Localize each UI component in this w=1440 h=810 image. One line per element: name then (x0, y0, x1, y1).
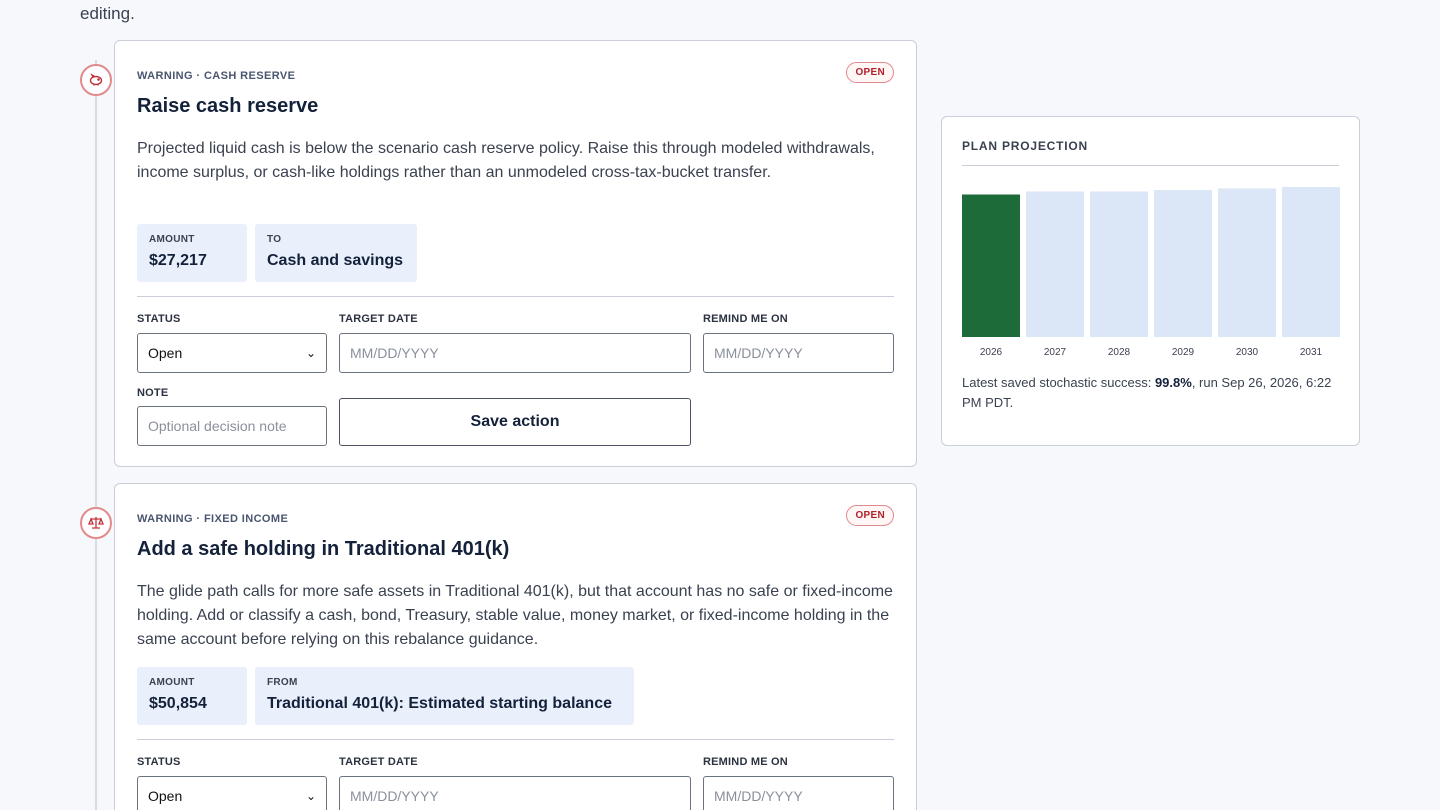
tick-label-2027: 2027 (1044, 347, 1067, 358)
divider (137, 739, 894, 740)
status-label: STATUS (137, 313, 181, 325)
status-select-value: Open (148, 345, 183, 361)
status-select-value: Open (148, 788, 183, 804)
source-chip: FROM Traditional 401(k): Estimated start… (255, 667, 634, 725)
tick-label-2031: 2031 (1300, 347, 1323, 358)
amount-chip: AMOUNT $50,854 (137, 667, 247, 725)
status-select[interactable]: Open ⌄ (137, 776, 327, 810)
intro-text: editing. (80, 4, 135, 23)
scale-icon (80, 507, 112, 539)
target-date-label: TARGET DATE (339, 756, 418, 768)
amount-value: $27,217 (149, 252, 207, 269)
remind-date-input[interactable]: MM/DD/YYYY (703, 333, 894, 373)
target-date-placeholder: MM/DD/YYYY (350, 345, 439, 361)
card-kicker: WARNING · FIXED INCOME (137, 513, 289, 525)
bar-2026 (962, 194, 1020, 337)
card-title: Add a safe holding in Traditional 401(k) (137, 538, 510, 560)
chevron-down-icon: ⌄ (305, 789, 316, 803)
status-select[interactable]: Open ⌄ (137, 333, 327, 373)
action-card-cash-reserve: WARNING · CASH RESERVE OPEN Raise cash r… (114, 40, 917, 467)
card-description: Projected liquid cash is below the scena… (137, 140, 875, 181)
target-date-input[interactable]: MM/DD/YYYY (339, 776, 691, 810)
status-badge: OPEN (846, 62, 894, 83)
divider (137, 296, 894, 297)
status-label: STATUS (137, 756, 181, 768)
remind-label: REMIND ME ON (703, 756, 788, 768)
timeline-line (95, 60, 97, 810)
card-description: The glide path calls for more safe asset… (137, 583, 893, 648)
plan-projection-title: PLAN PROJECTION (962, 139, 1089, 153)
tick-label-2030: 2030 (1236, 347, 1259, 358)
amount-label: AMOUNT (149, 677, 195, 688)
amount-label: AMOUNT (149, 234, 195, 245)
remind-label: REMIND ME ON (703, 313, 788, 325)
note-label: NOTE (137, 387, 169, 399)
source-value: Traditional 401(k): Estimated starting b… (267, 695, 612, 712)
target-label: TO (267, 234, 282, 245)
success-rate: 99.8% (1154, 375, 1192, 390)
amount-value: $50,854 (149, 695, 207, 712)
status-badge: OPEN (846, 505, 894, 526)
card-title: Raise cash reserve (137, 95, 319, 117)
tick-label-2028: 2028 (1108, 347, 1131, 358)
target-value: Cash and savings (267, 252, 404, 269)
note-prefix: Latest saved stochastic success: (962, 375, 1155, 390)
note-input[interactable]: Optional decision note (137, 406, 327, 446)
piggy-bank-icon (80, 64, 112, 96)
bar-2029 (1154, 190, 1212, 337)
remind-date-input[interactable]: MM/DD/YYYY (703, 776, 894, 810)
source-label: FROM (267, 677, 298, 688)
tick-label-2026: 2026 (980, 347, 1003, 358)
projection-chart: 2026 2027 2028 2029 2030 2031 (962, 187, 1340, 358)
bar-2031 (1282, 187, 1340, 337)
divider (962, 165, 1339, 166)
plan-projection-card: PLAN PROJECTION 2026 2027 2028 2029 2030 2031… (941, 116, 1360, 446)
bar-2028 (1090, 191, 1148, 337)
chevron-down-icon: ⌄ (305, 346, 316, 360)
tick-label-2029: 2029 (1172, 347, 1195, 358)
save-action-button[interactable]: Save action (339, 398, 691, 446)
target-chip: TO Cash and savings (255, 224, 417, 282)
target-date-placeholder: MM/DD/YYYY (350, 788, 439, 804)
bar-2027 (1026, 191, 1084, 337)
amount-chip: AMOUNT $27,217 (137, 224, 247, 282)
action-card-fixed-income: WARNING · FIXED INCOME OPEN Add a safe h… (114, 483, 917, 810)
remind-date-placeholder: MM/DD/YYYY (714, 345, 803, 361)
card-kicker: WARNING · CASH RESERVE (137, 70, 296, 82)
note-placeholder: Optional decision note (148, 418, 287, 434)
remind-date-placeholder: MM/DD/YYYY (714, 788, 803, 804)
projection-note: Latest saved stochastic success: 99.8%, … (962, 373, 1342, 413)
bar-2030 (1218, 188, 1276, 337)
target-date-label: TARGET DATE (339, 313, 418, 325)
target-date-input[interactable]: MM/DD/YYYY (339, 333, 691, 373)
